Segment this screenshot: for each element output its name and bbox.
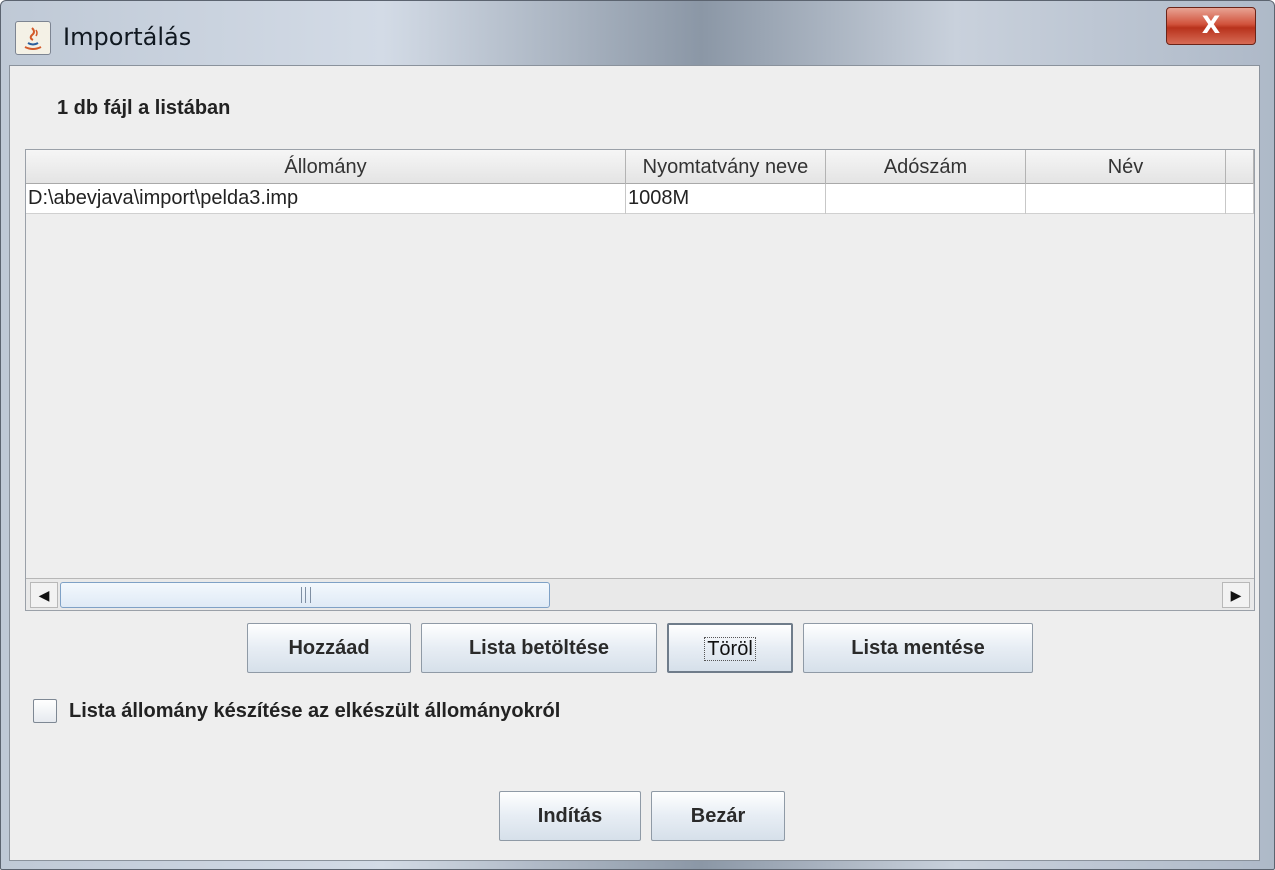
close-button[interactable]: Bezár — [651, 791, 785, 841]
column-header-form-name[interactable]: Nyomtatvány neve — [626, 150, 826, 184]
scroll-right-icon[interactable]: ▶ — [1222, 582, 1250, 608]
create-list-option[interactable]: Lista állomány készítése az elkészült ál… — [33, 697, 560, 725]
cell-name[interactable] — [1026, 184, 1226, 214]
cell-form-name[interactable]: 1008M — [626, 184, 826, 214]
file-table: Állomány Nyomtatvány neve Adószám Név D:… — [25, 149, 1255, 611]
close-icon: X — [1201, 11, 1221, 39]
start-button[interactable]: Indítás — [499, 791, 641, 841]
save-list-button[interactable]: Lista mentése — [803, 623, 1033, 673]
add-button[interactable]: Hozzáad — [247, 623, 411, 673]
scroll-thumb[interactable] — [60, 582, 550, 608]
cell-file[interactable]: D:\abevjava\import\pelda3.imp — [26, 184, 626, 214]
column-header-name[interactable]: Név — [1026, 150, 1226, 184]
create-list-checkbox[interactable] — [33, 699, 57, 723]
delete-button[interactable]: Töröl — [667, 623, 793, 673]
column-header-file[interactable]: Állomány — [26, 150, 626, 184]
create-list-checkbox-label[interactable]: Lista állomány készítése az elkészült ál… — [69, 700, 560, 723]
load-list-button[interactable]: Lista betöltése — [421, 623, 657, 673]
file-count-label: 1 db fájl a listában — [57, 97, 231, 119]
column-header-tax-id[interactable]: Adószám — [826, 150, 1026, 184]
java-app-icon — [15, 21, 51, 55]
cell-extra — [1226, 184, 1254, 214]
horizontal-scrollbar[interactable]: ◀ ▶ — [26, 578, 1254, 610]
grip-icon — [301, 587, 311, 603]
window-close-button[interactable]: X — [1166, 7, 1256, 45]
title-bar[interactable]: Importálás X — [1, 1, 1274, 65]
delete-button-label: Töröl — [704, 637, 756, 661]
table-header: Állomány Nyomtatvány neve Adószám Név — [26, 150, 1254, 184]
column-header-extra — [1226, 150, 1254, 184]
table-row[interactable]: D:\abevjava\import\pelda3.imp 1008M — [26, 184, 1254, 214]
cell-tax-id[interactable] — [826, 184, 1026, 214]
import-dialog: Importálás X 1 db fájl a listában Állomá… — [0, 0, 1275, 870]
window-title: Importálás — [63, 23, 192, 51]
scroll-left-icon[interactable]: ◀ — [30, 582, 58, 608]
